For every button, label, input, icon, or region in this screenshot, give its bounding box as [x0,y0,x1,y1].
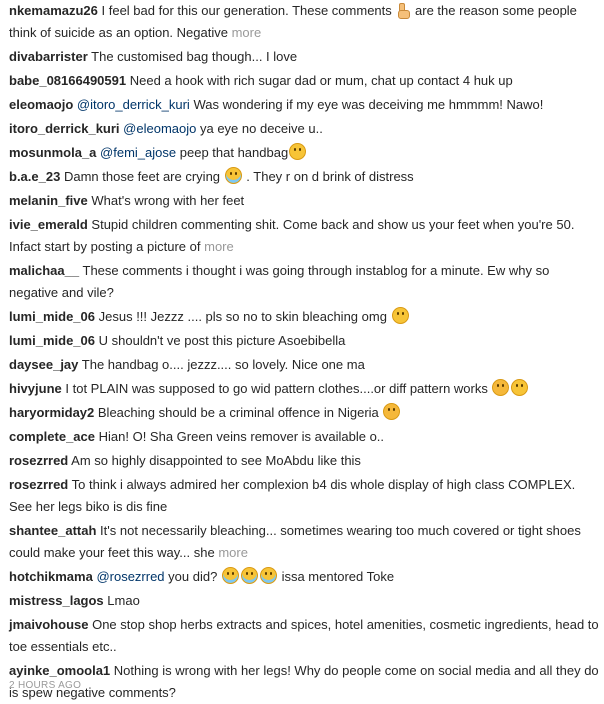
comment-username[interactable]: eleomaojo [9,97,73,112]
more-link[interactable]: more [218,545,248,560]
comment-item: lumi_mide_06 U shouldn't ve post this pi… [9,330,599,352]
comment-item: rosezrred To think i always admired her … [9,474,599,518]
comment-text: U shouldn't ve post this picture Asoebib… [98,333,346,348]
comment-username[interactable]: complete_ace [9,429,95,444]
comment-text: Am so highly disappointed to see MoAbdu … [71,453,361,468]
comment-username[interactable]: rosezrred [9,453,68,468]
comment-item: ivie_emerald Stupid children commenting … [9,214,599,258]
comment-text: Damn those feet are crying [63,169,221,184]
comment-username[interactable]: ayinke_omoola1 [9,663,110,678]
surprised-emoji-icon [391,307,409,324]
laughing-tears-emoji-icon [259,567,277,584]
comment-text: issa mentored Toke [281,569,395,584]
comment-item: mosunmola_a @femi_ajose peep that handba… [9,142,599,164]
comment-text: peep that handbag [179,145,289,160]
comment-item: divabarrister The customised bag though.… [9,46,599,68]
confused-emoji-icon [511,379,529,396]
comment-text: The customised bag though... I love [91,49,298,64]
mention-link[interactable]: @femi_ajose [100,145,176,160]
comment-text: Jesus !!! Jezzz .... pls so no to skin b… [98,309,387,324]
comment-item: hotchikmama @rosezrred you did? issa men… [9,566,599,588]
comment-username[interactable]: lumi_mide_06 [9,333,95,348]
comment-text: Was wondering if my eye was deceiving me… [193,97,544,112]
pointing-down-icon [396,3,411,19]
comment-username[interactable]: babe_08166490591 [9,73,126,88]
comment-username[interactable]: mosunmola_a [9,145,96,160]
comment-text: Lmao [107,593,140,608]
comment-text: What's wrong with her feet [91,193,245,208]
laughing-tears-emoji-icon [221,567,239,584]
comment-text: Need a hook with rich sugar dad or mum, … [129,73,513,88]
wink-emoji-icon [289,143,307,160]
comment-text: To think i always admired her complexion… [9,477,576,514]
comment-username[interactable]: itoro_derrick_kuri [9,121,120,136]
comment-username[interactable]: malichaa__ [9,263,79,278]
comment-item: mistress_lagos Lmao [9,590,599,612]
sad-emoji-icon [492,379,510,396]
comment-item: daysee_jay The handbag o.... jezzz.... s… [9,354,599,376]
comment-text: These comments i thought i was going thr… [9,263,550,300]
comment-item: itoro_derrick_kuri @eleomaojo ya eye no … [9,118,599,140]
comment-item: haryormiday2 Bleaching should be a crimi… [9,402,599,424]
comment-item: eleomaojo @itoro_derrick_kuri Was wonder… [9,94,599,116]
comment-item: lumi_mide_06 Jesus !!! Jezzz .... pls so… [9,306,599,328]
laughing-tears-emoji-icon [240,567,258,584]
comment-username[interactable]: jmaivohouse [9,617,88,632]
comment-username[interactable]: melanin_five [9,193,88,208]
mention-link[interactable]: @itoro_derrick_kuri [77,97,190,112]
crying-emoji-icon [224,167,242,184]
comment-text: I tot PLAIN was supposed to go wid patte… [65,381,488,396]
worried-emoji-icon [383,403,401,420]
comment-item: nkemamazu26 I feel bad for this our gene… [9,0,599,44]
comment-username[interactable]: b.a.e_23 [9,169,60,184]
comment-username[interactable]: lumi_mide_06 [9,309,95,324]
comment-username[interactable]: rosezrred [9,477,68,492]
mention-link[interactable]: @rosezrred [96,569,164,584]
comment-username[interactable]: daysee_jay [9,357,78,372]
comment-item: hivyjune I tot PLAIN was supposed to go … [9,378,599,400]
comment-text: Stupid children commenting shit. Come ba… [9,217,575,254]
comment-text: The handbag o.... jezzz.... so lovely. N… [81,357,365,372]
comment-item: ayinke_omoola1 Nothing is wrong with her… [9,660,599,704]
more-link[interactable]: more [204,239,234,254]
comment-text: Hian! O! Sha Green veins remover is avai… [98,429,385,444]
comment-text: I feel bad for this our generation. Thes… [101,3,392,18]
comment-text: ya eye no deceive u.. [199,121,323,136]
comment-username[interactable]: hotchikmama [9,569,93,584]
post-timestamp[interactable]: 2 HOURS AGO [9,680,81,691]
comment-username[interactable]: nkemamazu26 [9,3,98,18]
comment-item: b.a.e_23 Damn those feet are crying . Th… [9,166,599,188]
comment-list: nkemamazu26 I feel bad for this our gene… [9,0,599,704]
comment-text: One stop shop herbs extracts and spices,… [9,617,599,654]
comment-item: babe_08166490591 Need a hook with rich s… [9,70,599,92]
comment-item: jmaivohouse One stop shop herbs extracts… [9,614,599,658]
comment-text: Bleaching should be a criminal offence i… [97,405,379,420]
comment-item: malichaa__ These comments i thought i wa… [9,260,599,304]
comment-item: complete_ace Hian! O! Sha Green veins re… [9,426,599,448]
comment-username[interactable]: mistress_lagos [9,593,104,608]
more-link[interactable]: more [232,25,262,40]
comment-item: rosezrred Am so highly disappointed to s… [9,450,599,472]
comment-text: you did? [168,569,218,584]
comment-username[interactable]: haryormiday2 [9,405,94,420]
comment-item: shantee_attah It's not necessarily bleac… [9,520,599,564]
comment-item: melanin_five What's wrong with her feet [9,190,599,212]
comment-username[interactable]: shantee_attah [9,523,96,538]
comment-username[interactable]: divabarrister [9,49,88,64]
comment-username[interactable]: hivyjune [9,381,62,396]
mention-link[interactable]: @eleomaojo [123,121,196,136]
comment-text: . They r on d brink of distress [246,169,414,184]
comment-username[interactable]: ivie_emerald [9,217,88,232]
